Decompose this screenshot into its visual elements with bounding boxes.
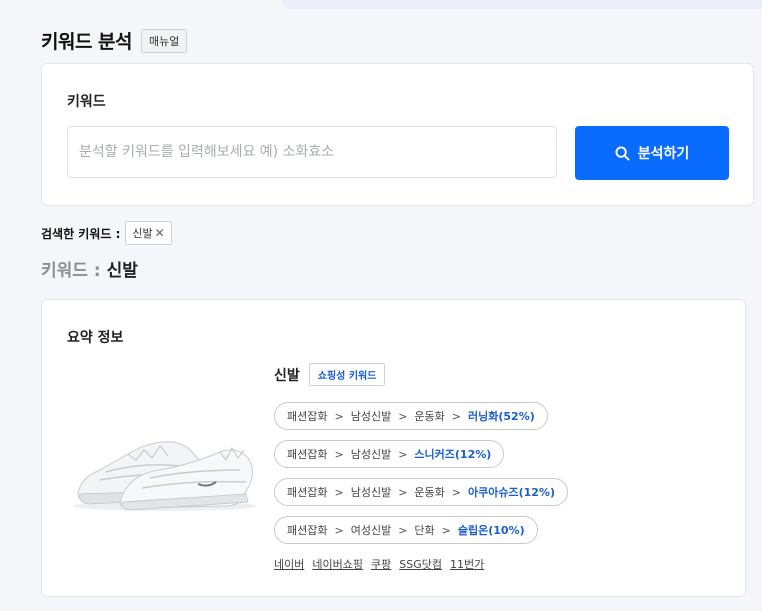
market-link[interactable]: SSG닷컴: [399, 556, 442, 572]
category-path-item: 남성신발: [350, 486, 392, 499]
category-path-item: 패션잡화: [287, 448, 328, 461]
search-label: 키워드: [67, 94, 106, 110]
category-separator: >: [334, 409, 344, 423]
market-link[interactable]: 네이버: [274, 556, 304, 572]
title-row: 키워드 분석 매뉴얼: [41, 27, 188, 54]
close-icon[interactable]: ✕: [155, 226, 165, 240]
market-links: 네이버 네이버쇼핑 쿠팡 SSG닷컴 11번가: [274, 556, 492, 572]
category-path-item: 패션잡화: [287, 486, 328, 499]
search-icon: [615, 145, 630, 161]
product-name-row: 신발 쇼핑성 키워드: [274, 363, 386, 386]
search-card: 키워드 분석하기: [41, 63, 754, 206]
shopping-keyword-badge: 쇼핑성 키워드: [308, 363, 386, 386]
category-pill[interactable]: 패션잡화 > 남성신발 > 운동화 > 아쿠아슈즈(12%): [274, 478, 568, 506]
category-leaf: 러닝화(52%): [468, 410, 535, 423]
category-path-item: 운동화: [414, 410, 445, 423]
category-path-item: 패션잡화: [287, 524, 328, 537]
summary-title: 요약 정보: [67, 330, 124, 346]
category-pill[interactable]: 패션잡화 > 남성신발 > 스니커즈(12%): [274, 440, 505, 468]
category-list: 패션잡화 > 남성신발 > 운동화 > 러닝화(52%) 패션잡화 > 남성신발 > 스니커즈(12%…: [274, 402, 568, 554]
summary-card: 요약 정보 신발 쇼핑성 키워드 패션잡화 > 남성신발 > 운동화 > 러닝화(52%) 패…: [41, 299, 746, 597]
searched-keywords-label: 검색한 키워드 :: [41, 226, 121, 241]
market-link[interactable]: 네이버쇼핑: [312, 556, 363, 572]
manual-button[interactable]: 매뉴얼: [141, 28, 188, 53]
keyword-heading: 키워드 : 신발: [41, 256, 138, 281]
top-banner-strip: [283, 0, 762, 9]
category-pill[interactable]: 패션잡화 > 여성신발 > 단화 > 슬립온(10%): [274, 516, 538, 544]
category-leaf: 슬립온(10%): [457, 524, 525, 537]
analyze-button[interactable]: 분석하기: [575, 126, 729, 180]
category-separator: >: [334, 447, 344, 461]
category-path-item: 남성신발: [350, 448, 392, 461]
analyze-button-label: 분석하기: [637, 146, 690, 162]
keyword-heading-value: 신발: [106, 261, 138, 281]
category-separator: >: [334, 485, 344, 499]
category-separator: >: [398, 409, 408, 423]
category-path-item: 운동화: [414, 486, 445, 499]
category-path-item: 패션잡화: [287, 410, 328, 423]
keyword-search-input[interactable]: [67, 126, 557, 178]
keyword-heading-prefix: 키워드 :: [41, 261, 101, 281]
searched-keywords-row: 검색한 키워드 : 신발 ✕: [41, 221, 172, 245]
category-separator: >: [451, 409, 461, 423]
category-pill[interactable]: 패션잡화 > 남성신발 > 운동화 > 러닝화(52%): [274, 402, 548, 430]
category-separator: >: [451, 485, 461, 499]
market-link[interactable]: 11번가: [450, 556, 484, 572]
category-row: 패션잡화 > 남성신발 > 스니커즈(12%): [274, 440, 568, 478]
page-title: 키워드 분석: [41, 31, 133, 53]
keyword-chip[interactable]: 신발 ✕: [125, 221, 172, 245]
category-separator: >: [334, 523, 344, 537]
white-sneaker-image: [73, 441, 257, 511]
category-row: 패션잡화 > 여성신발 > 단화 > 슬립온(10%): [274, 516, 568, 554]
category-row: 패션잡화 > 남성신발 > 운동화 > 아쿠아슈즈(12%): [274, 478, 568, 516]
category-separator: >: [398, 523, 408, 537]
category-path-item: 남성신발: [350, 410, 392, 423]
category-separator: >: [441, 523, 451, 537]
category-leaf: 아쿠아슈즈(12%): [468, 486, 555, 499]
market-link[interactable]: 쿠팡: [371, 556, 391, 572]
category-leaf: 스니커즈(12%): [414, 448, 492, 461]
category-path-item: 여성신발: [350, 524, 392, 537]
product-name: 신발: [274, 367, 300, 384]
keyword-chip-label: 신발: [132, 227, 153, 240]
category-path-item: 단화: [414, 524, 435, 537]
category-separator: >: [398, 485, 408, 499]
category-separator: >: [398, 447, 408, 461]
category-row: 패션잡화 > 남성신발 > 운동화 > 러닝화(52%): [274, 402, 568, 440]
